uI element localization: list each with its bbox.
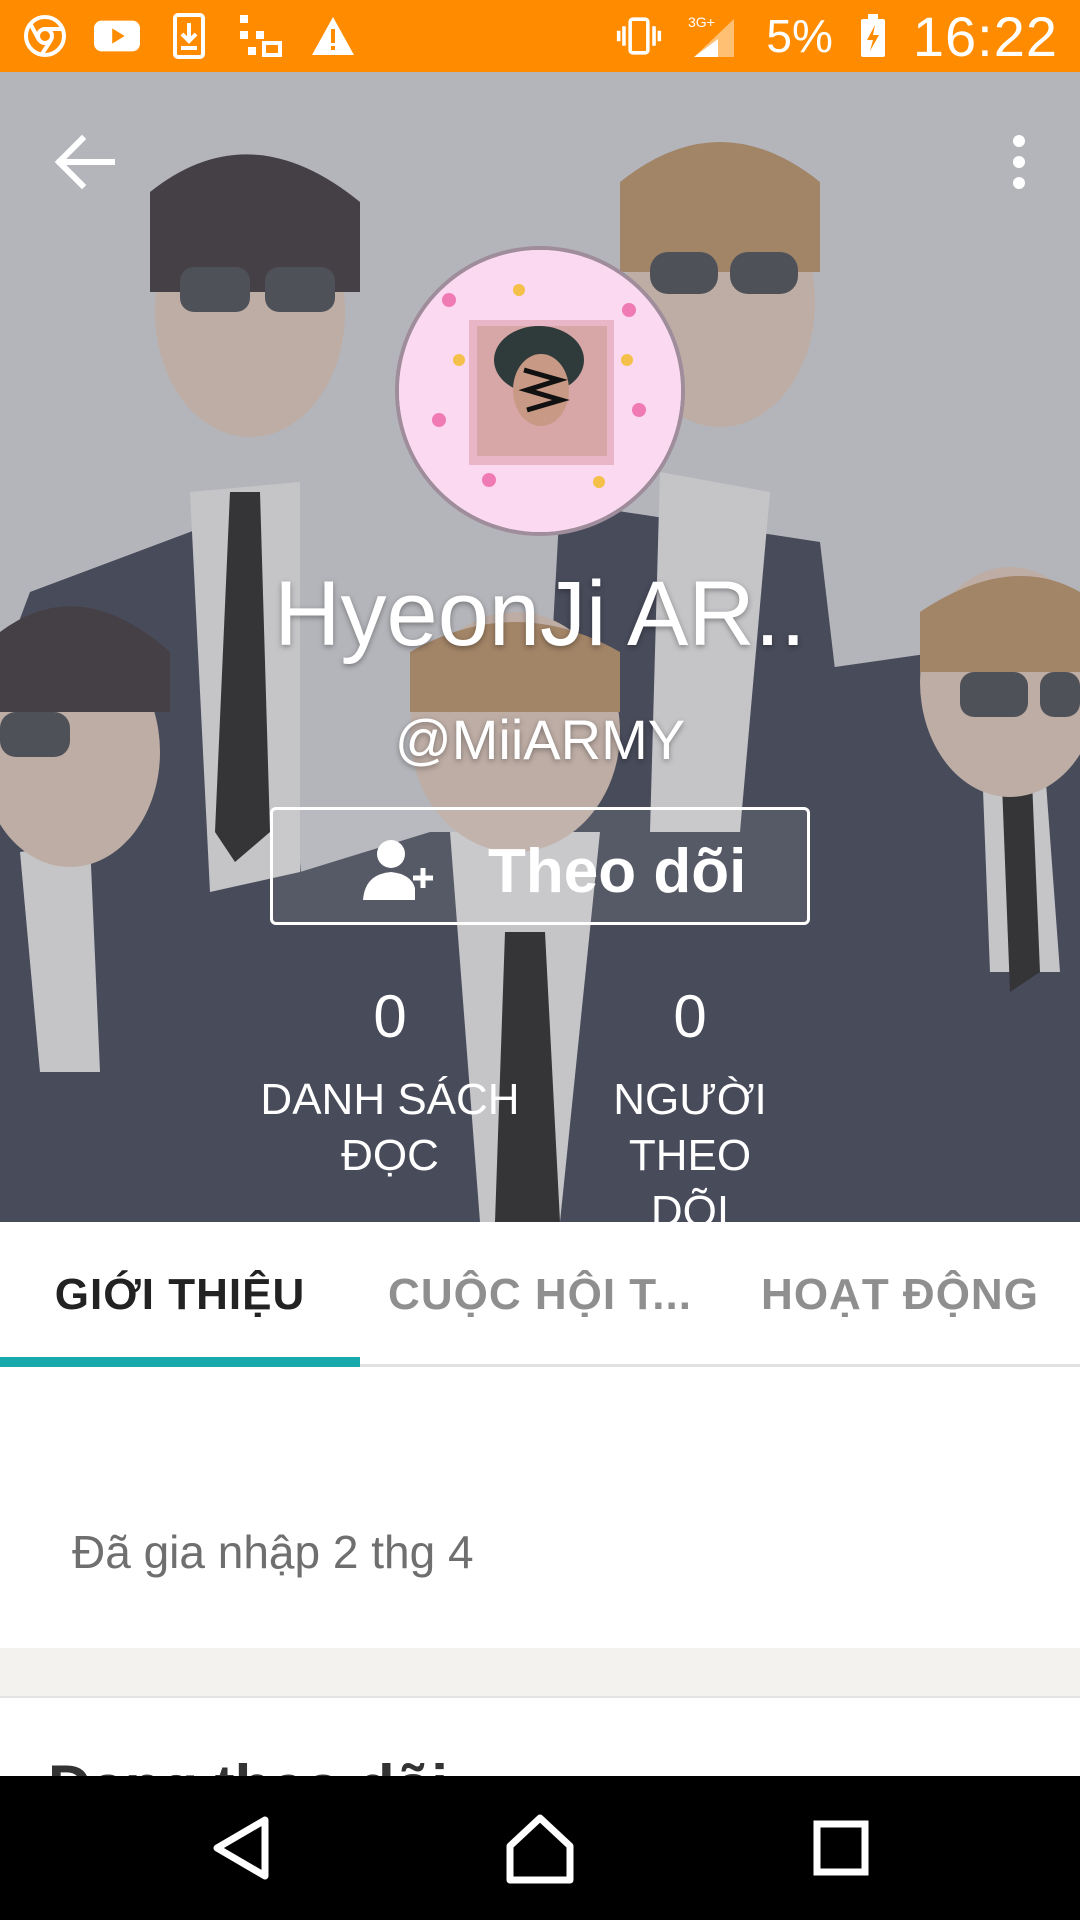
stat-label-line1: NGƯỜI THEO: [613, 1075, 767, 1180]
signal-3g-icon: 3G+: [688, 13, 740, 59]
nav-home-button[interactable]: [495, 1808, 585, 1888]
youtube-icon: [94, 13, 140, 59]
nav-recents-button[interactable]: [795, 1808, 885, 1888]
status-bar-left: [22, 13, 356, 59]
warning-icon: [310, 13, 356, 59]
about-panel: Đã gia nhập 2 thg 4: [0, 1370, 1080, 1780]
home-icon: [506, 1814, 574, 1884]
joined-date: Đã gia nhập 2 thg 4: [72, 1526, 474, 1578]
nav-back-button[interactable]: [195, 1808, 285, 1888]
follow-button[interactable]: Theo dõi: [270, 807, 810, 925]
stat-followers[interactable]: 0 NGƯỜI THEO DÕI: [550, 982, 830, 1222]
top-actions: [0, 72, 1080, 242]
username: @MiiARMY: [394, 708, 686, 771]
vibrate-icon: [616, 13, 662, 59]
stat-reading-lists[interactable]: 0 DANH SÁCH ĐỌC: [250, 982, 530, 1184]
avatar-image: [399, 250, 681, 532]
tab-conversations[interactable]: CUỘC HỘI T...: [360, 1222, 720, 1367]
more-vert-icon: [1013, 135, 1025, 189]
battery-charging-icon: [859, 13, 887, 59]
avatar[interactable]: [395, 246, 685, 536]
stat-label-line1: DANH SÁCH: [260, 1075, 520, 1124]
profile-header: HyeonJi AR.. @MiiARMY Theo dõi 0 DANH SÁ…: [0, 72, 1080, 1222]
stat-label: DANH SÁCH ĐỌC: [250, 1072, 530, 1184]
status-bar-right: 3G+ 5% 16:22: [616, 4, 1058, 69]
stat-count: 0: [373, 983, 407, 1050]
network-type-label: 3G+: [688, 14, 715, 30]
battery-percent: 5%: [766, 10, 833, 62]
display-name: HyeonJi AR..: [274, 563, 806, 665]
more-options-button[interactable]: [994, 127, 1044, 197]
active-tab-indicator: [0, 1357, 360, 1367]
profile-tabs: GIỚI THIỆU CUỘC HỘI T... HOẠT ĐỘNG: [0, 1222, 1080, 1367]
follow-label: Theo dõi: [488, 837, 747, 906]
stat-label-line2: DÕI: [650, 1187, 730, 1222]
arrow-left-icon: [54, 134, 115, 190]
add-person-icon: [363, 840, 433, 900]
back-button[interactable]: [50, 127, 120, 197]
download-icon: [166, 13, 212, 59]
clock: 16:22: [912, 4, 1058, 68]
stat-label-line2: ĐỌC: [341, 1131, 439, 1180]
stat-count: 0: [673, 983, 707, 1050]
chrome-icon: [22, 13, 68, 59]
navigation-bar: [0, 1776, 1080, 1920]
stat-label: NGƯỜI THEO DÕI: [550, 1072, 830, 1222]
section-separator: [0, 1648, 1080, 1696]
usb-debug-icon: [238, 13, 284, 59]
triangle-back-icon: [213, 1816, 269, 1880]
tab-about[interactable]: GIỚI THIỆU: [0, 1222, 360, 1367]
divider: [0, 1696, 1080, 1698]
recents-square-icon: [813, 1820, 869, 1876]
tab-activity[interactable]: HOẠT ĐỘNG: [720, 1222, 1080, 1367]
status-bar: 3G+ 5% 16:22: [0, 0, 1080, 72]
